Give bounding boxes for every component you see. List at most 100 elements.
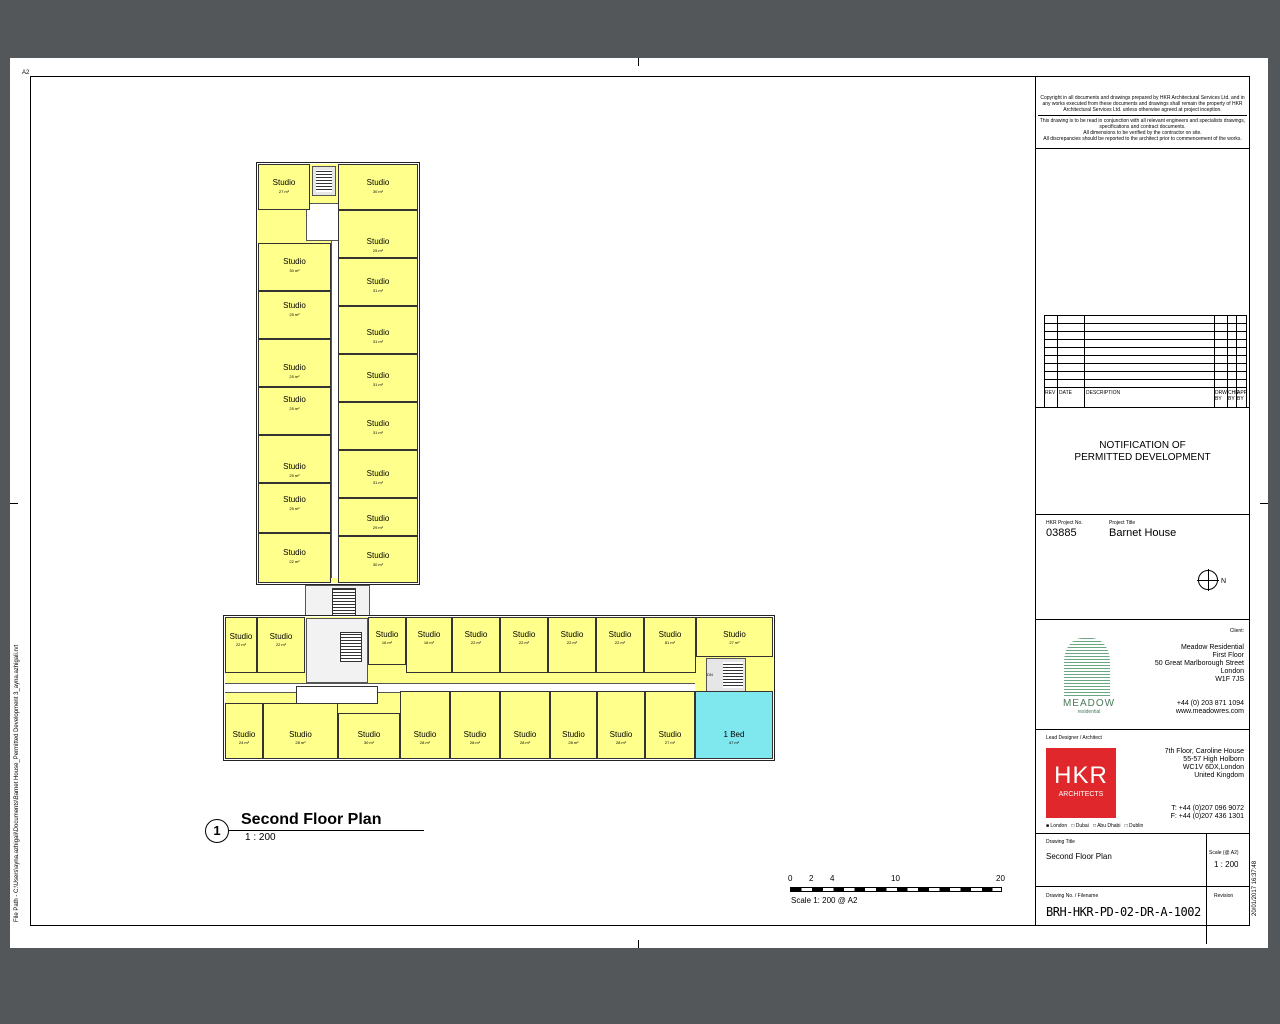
unit-name: Studio bbox=[283, 495, 306, 504]
unit-studio[interactable]: Studio 22 m² bbox=[500, 617, 548, 673]
unit-studio[interactable]: Studio 29 m² bbox=[338, 498, 418, 536]
unit-studio[interactable]: Studio 31 m² bbox=[338, 306, 418, 354]
client-line: London bbox=[1220, 668, 1244, 675]
unit-studio[interactable]: Studio 27 m² bbox=[645, 691, 695, 759]
unit-name: Studio bbox=[512, 630, 536, 639]
architect-fax: F: +44 (0)207 436 1301 bbox=[1170, 813, 1244, 820]
unit-area: 24 m² bbox=[238, 740, 250, 745]
office: Dublin bbox=[1129, 823, 1144, 829]
unit-name: Studio bbox=[658, 630, 682, 639]
unit-name: Studio bbox=[283, 301, 306, 310]
unit-studio[interactable]: Studio 28 m² bbox=[450, 691, 500, 759]
unit-studio[interactable]: Studio 28 m² bbox=[550, 691, 597, 759]
client-address: Meadow Residential First Floor 50 Great … bbox=[1136, 644, 1244, 684]
client-phone: +44 (0) 203 871 1094 bbox=[1176, 700, 1244, 707]
drawing-no-label: Drawing No. / Filename bbox=[1046, 893, 1099, 899]
unit-area: 22 m² bbox=[470, 640, 482, 645]
unit-name: Studio bbox=[366, 419, 390, 428]
client-line: W1F 7JS bbox=[1215, 676, 1244, 683]
scale-tick-10: 10 bbox=[891, 874, 900, 883]
unit-studio[interactable]: Studio 25 m² bbox=[258, 435, 331, 483]
unit-name: Studio bbox=[562, 730, 585, 739]
client-label: Client: bbox=[1229, 628, 1244, 634]
unit-name: Studio bbox=[366, 371, 390, 380]
unit-studio[interactable]: Studio 28 m² bbox=[400, 691, 450, 759]
client-web: www.meadowres.com bbox=[1175, 708, 1244, 715]
scale-tick-4: 4 bbox=[830, 874, 835, 883]
scale-column-divider bbox=[1206, 834, 1207, 944]
unit-studio[interactable]: Studio 22 m² bbox=[257, 617, 305, 673]
unit-studio[interactable]: Studio 25 m² bbox=[258, 291, 331, 339]
unit-studio[interactable]: Studio 25 m² bbox=[338, 210, 418, 258]
unit-studio[interactable]: Studio 30 m² bbox=[338, 713, 400, 759]
unit-name: Studio bbox=[283, 363, 306, 372]
unit-studio[interactable]: Studio 31 m² bbox=[338, 354, 418, 402]
status-section: NOTIFICATION OF PERMITTED DEVELOPMENT bbox=[1036, 440, 1249, 464]
unit-studio[interactable]: Studio 22 m² bbox=[225, 617, 257, 673]
hkr-logo: HKR ARCHITECTS bbox=[1046, 748, 1116, 818]
unit-studio[interactable]: Studio 31 m² bbox=[338, 450, 418, 498]
architect-address: 7th Floor, Caroline House 55-57 High Hol… bbox=[1136, 748, 1244, 780]
unit-studio[interactable]: Studio 31 m² bbox=[338, 258, 418, 306]
unit-name: Studio bbox=[366, 277, 390, 286]
unit-area: 81 m² bbox=[664, 640, 676, 645]
client-line: First Floor bbox=[1212, 652, 1245, 659]
unit-one-bed[interactable]: 1 Bed 47 m² bbox=[695, 691, 773, 759]
unit-studio[interactable]: Studio 25 m² bbox=[258, 339, 331, 387]
scale-tick-0: 0 bbox=[788, 874, 793, 883]
project-no-label: HKR Project No. bbox=[1046, 520, 1083, 526]
unit-studio[interactable]: Studio 81 m² bbox=[644, 617, 696, 673]
unit-studio[interactable]: Studio 25 m² bbox=[258, 387, 331, 435]
unit-area: 28 m² bbox=[568, 740, 579, 745]
unit-studio[interactable]: Studio 30 m² bbox=[258, 243, 331, 291]
project-divider bbox=[1036, 619, 1249, 620]
client-line: Meadow Residential bbox=[1180, 644, 1244, 651]
unit-area: 31 m² bbox=[372, 480, 384, 485]
drawing-number: BRH-HKR-PD-02-DR-A-1002 bbox=[1046, 905, 1201, 919]
rev-col-drw: DRW BY bbox=[1215, 390, 1227, 402]
client-line: 50 Great Marlborough Street bbox=[1154, 660, 1244, 667]
unit-area: 25 m² bbox=[289, 374, 300, 379]
unit-studio[interactable]: Studio 18 m² bbox=[406, 617, 452, 673]
unit-studio[interactable]: Studio 22 m² bbox=[452, 617, 500, 673]
unit-studio[interactable]: Studio 27 m² bbox=[696, 617, 773, 657]
architect-line: 55-57 High Holborn bbox=[1183, 756, 1244, 763]
unit-name: Studio bbox=[463, 730, 487, 739]
meadow-logo-sub: residential bbox=[1077, 709, 1101, 715]
corridor-lobby bbox=[296, 686, 378, 704]
unit-studio[interactable]: Studio 28 m² bbox=[597, 691, 645, 759]
unit-name: 1 Bed bbox=[723, 730, 745, 739]
unit-name: Studio bbox=[375, 630, 399, 639]
unit-name: Studio bbox=[560, 630, 584, 639]
unit-studio[interactable]: Studio 31 m² bbox=[338, 402, 418, 450]
unit-studio[interactable]: Studio 22 m² bbox=[258, 533, 331, 583]
scale-label: Scale (@ A2) bbox=[1209, 850, 1239, 856]
unit-studio[interactable]: Studio 25 m² bbox=[258, 483, 331, 533]
unit-studio[interactable]: Studio 22 m² bbox=[596, 617, 644, 673]
rev-divider bbox=[1036, 407, 1249, 408]
unit-name: Studio bbox=[366, 514, 390, 523]
unit-area: 25 m² bbox=[289, 312, 300, 317]
unit-area: 28 m² bbox=[469, 740, 481, 745]
architect-contact: T: +44 (0)207 096 9072 F: +44 (0)207 436… bbox=[1136, 805, 1244, 821]
unit-area: 22 m² bbox=[518, 640, 530, 645]
unit-studio[interactable]: Studio 28 m² bbox=[500, 691, 550, 759]
unit-studio[interactable]: Studio 30 m² bbox=[338, 536, 418, 583]
drawing-scale: 1 : 200 bbox=[1214, 860, 1239, 869]
unit-studio[interactable]: Studio 16 m² bbox=[368, 617, 406, 665]
unit-studio[interactable]: Studio 28 m² bbox=[263, 703, 338, 759]
unit-area: 18 m² bbox=[423, 640, 435, 645]
unit-studio[interactable]: Studio 27 m² bbox=[258, 164, 310, 210]
project-title-label: Project Title bbox=[1109, 520, 1136, 526]
rev-col-date: DATE bbox=[1059, 390, 1072, 396]
unit-studio[interactable]: Studio 24 m² bbox=[225, 703, 263, 759]
unit-area: 47 m² bbox=[728, 740, 740, 745]
unit-name: Studio bbox=[417, 630, 441, 639]
revision-table: REV DATE DESCRIPTION DRW BY CHK BY APP B… bbox=[1044, 315, 1247, 407]
unit-studio[interactable]: Studio 30 m² bbox=[338, 164, 418, 210]
unit-name: Studio bbox=[366, 551, 390, 560]
unit-area: 25 m² bbox=[289, 506, 300, 511]
north-arrow-icon bbox=[1197, 569, 1219, 591]
view-number: 1 bbox=[205, 819, 229, 843]
unit-studio[interactable]: Studio 22 m² bbox=[548, 617, 596, 673]
